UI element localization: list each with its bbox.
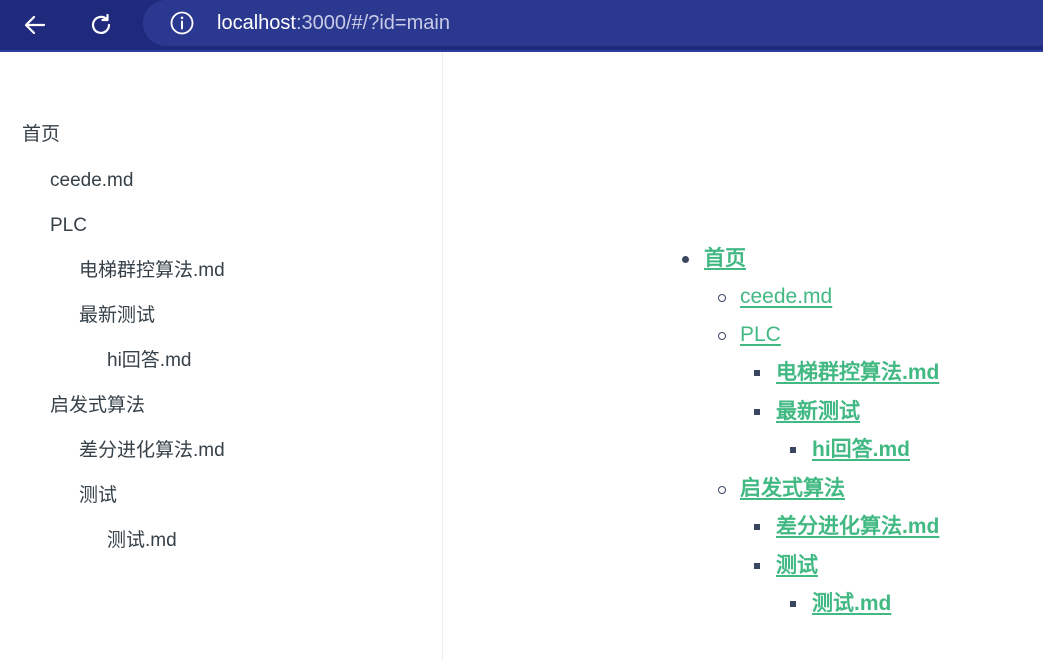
sidebar-item-heuristic[interactable]: 启发式算法 — [50, 393, 145, 419]
tree-link-home[interactable]: 首页 — [704, 245, 746, 273]
main-content: 首页 ceede.md PLC 电梯群控算法.md 最新测试 hi回答.md 启… — [443, 52, 1043, 660]
tree-link-test[interactable]: 测试 — [776, 552, 818, 580]
sidebar-item-hi-answer[interactable]: hi回答.md — [107, 348, 191, 374]
tree-link-plc[interactable]: PLC — [740, 321, 781, 349]
info-icon — [170, 11, 194, 35]
reload-icon — [91, 13, 111, 34]
sidebar: 首页 ceede.md PLC 电梯群控算法.md 最新测试 hi回答.md 启… — [0, 52, 443, 660]
url-text[interactable]: localhost:3000/#/?id=main — [217, 11, 450, 35]
sidebar-item-ceede[interactable]: ceede.md — [50, 168, 133, 194]
circle-bullet-icon — [718, 486, 726, 494]
back-button[interactable] — [16, 6, 54, 44]
square-bullet-icon — [754, 370, 760, 376]
square-bullet-icon — [790, 447, 796, 453]
tree-link-elevator-algorithm[interactable]: 电梯群控算法.md — [776, 359, 939, 387]
sidebar-item-home[interactable]: 首页 — [22, 122, 60, 148]
tree-link-heuristic[interactable]: 启发式算法 — [740, 475, 845, 503]
tree-link-hi-answer[interactable]: hi回答.md — [812, 436, 910, 464]
tree-link-test-md[interactable]: 测试.md — [812, 590, 891, 618]
sidebar-item-test-md[interactable]: 测试.md — [107, 528, 177, 554]
url-host: localhost — [217, 12, 296, 34]
reload-button[interactable] — [82, 6, 120, 44]
tree-link-latest-test[interactable]: 最新测试 — [776, 398, 860, 426]
back-arrow-icon — [24, 15, 46, 35]
tree-link-ceede[interactable]: ceede.md — [740, 283, 832, 311]
site-info-button[interactable] — [169, 10, 195, 36]
address-bar[interactable]: localhost:3000/#/?id=main — [143, 0, 1043, 46]
sidebar-item-differential-evolution[interactable]: 差分进化算法.md — [79, 438, 225, 464]
browser-toolbar: localhost:3000/#/?id=main — [0, 0, 1043, 52]
circle-bullet-icon — [718, 294, 726, 302]
url-path: :3000/#/?id=main — [295, 12, 450, 34]
sidebar-item-plc[interactable]: PLC — [50, 213, 87, 239]
square-bullet-icon — [754, 409, 760, 415]
square-bullet-icon — [754, 524, 760, 530]
square-bullet-icon — [790, 601, 796, 607]
tree-link-differential-evolution[interactable]: 差分进化算法.md — [776, 513, 939, 541]
square-bullet-icon — [754, 563, 760, 569]
sidebar-item-elevator-algorithm[interactable]: 电梯群控算法.md — [79, 258, 225, 284]
circle-bullet-icon — [718, 332, 726, 340]
sidebar-item-test[interactable]: 测试 — [79, 483, 117, 509]
sidebar-item-latest-test[interactable]: 最新测试 — [79, 303, 155, 329]
disc-bullet-icon — [682, 256, 689, 263]
